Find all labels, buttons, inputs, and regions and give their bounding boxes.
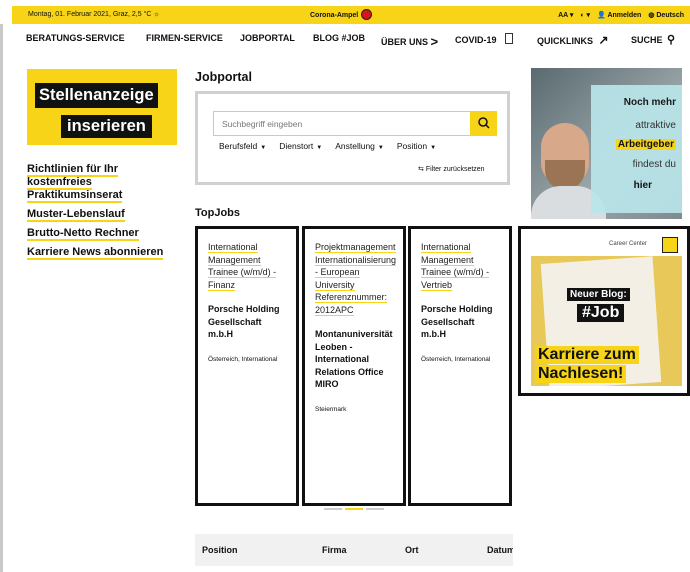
date-weather: Montag, 01. Februar 2021, Graz, 2,5 °C ☼ <box>28 11 160 18</box>
logo-mark-icon <box>662 237 678 253</box>
column-header-firma[interactable]: Firma <box>322 545 347 555</box>
nav-suche[interactable]: SUCHE ⚲ <box>631 33 675 46</box>
stellenanzeige-inserieren-banner[interactable]: Stellenanzeige inserieren <box>27 69 177 145</box>
filter-dienstort[interactable]: Dienstort ▼ <box>279 141 322 151</box>
traffic-light-icon <box>361 9 373 20</box>
font-size-button[interactable]: AA ▾ <box>558 11 573 19</box>
blog-ad-line-1: Neuer Blog: <box>567 288 630 301</box>
ad-text-panel: Noch mehr attraktive Arbeitgeber findest… <box>591 85 682 213</box>
carousel-dot[interactable] <box>324 508 342 510</box>
ad-line: Noch mehr <box>623 97 676 108</box>
ad-line: hier <box>633 180 652 191</box>
column-header-datum[interactable]: Datum <box>487 545 513 555</box>
search-button[interactable] <box>471 111 497 136</box>
corona-ampel-link[interactable]: Corona-Ampel <box>310 9 373 20</box>
jobportal-title: Jobportal <box>195 70 252 84</box>
caret-down-icon: ▼ <box>377 145 384 151</box>
job-card-company: Montanuniversität Leoben - International… <box>315 329 393 389</box>
filter-row: Berufsfeld ▼ Dienstort ▼ Anstellung ▼ Posit… <box>219 141 436 151</box>
topjobs-heading: TopJobs <box>195 207 241 219</box>
ad-line: findest du <box>632 159 676 170</box>
reset-arrows-icon: ⇆ <box>418 166 424 173</box>
caret-down-icon: ▼ <box>260 145 267 151</box>
search-icon <box>478 117 490 129</box>
career-center-logo: Career Center <box>531 234 682 256</box>
banner-line-1: Stellenanzeige <box>35 83 158 108</box>
more-dots-icon: ⋯ <box>686 259 690 270</box>
caret-down-icon: ▼ <box>430 145 437 151</box>
carousel-dot[interactable] <box>366 508 384 510</box>
job-card-location: Österreich, International <box>421 355 491 363</box>
sidebar-link-richtlinien[interactable]: Richtlinien für Ihr kostenfreies Praktik… <box>27 163 185 203</box>
job-card-title[interactable]: Projektmanagement Internationalisierung … <box>315 241 397 316</box>
sidebar-link-brutto-netto[interactable]: Brutto-Netto Rechner <box>27 227 185 241</box>
job-card-company: Porsche Holding Gesellschaft m.b.H <box>208 304 280 339</box>
ad-line: Arbeitgeber <box>615 139 676 150</box>
search-input[interactable]: Suchbegriff eingeben <box>213 111 471 136</box>
filter-berufsfeld[interactable]: Berufsfeld ▼ <box>219 141 266 151</box>
reset-filters-link[interactable]: ⇆ Filter zurücksetzen <box>418 165 485 173</box>
arbeitgeber-ad-banner[interactable]: Noch mehr attraktive Arbeitgeber findest… <box>531 68 682 219</box>
sidebar-link-karriere-news[interactable]: Karriere News abonnieren <box>27 246 185 260</box>
job-card-location: Steiermark <box>315 405 347 413</box>
chevron-right-icon: > <box>430 34 439 49</box>
nav-blog-job[interactable]: BLOG #JOB <box>313 33 365 43</box>
top-right-controls: AA ▾ ◐ ▾ 👤 Anmelden ◍ Deutsch <box>558 11 684 19</box>
nav-covid-19[interactable]: COVID-19 <box>455 33 514 45</box>
jobs-table-header: Position Firma Ort Datum <box>195 534 513 566</box>
carousel-dot-active[interactable] <box>345 508 363 510</box>
language-link[interactable]: ◍ Deutsch <box>648 11 684 19</box>
caret-down-icon: ▼ <box>316 145 323 151</box>
user-icon: 👤 <box>597 12 606 19</box>
blog-ad-line-3: Karriere zum <box>535 346 639 364</box>
nav-jobportal[interactable]: JOBPORTAL <box>240 33 295 43</box>
nav-firmen-service[interactable]: FIRMEN-SERVICE <box>146 33 223 43</box>
job-card-location: Österreich, International <box>208 355 278 363</box>
login-link[interactable]: 👤 Anmelden <box>597 11 641 19</box>
banner-line-2: inserieren <box>61 115 152 138</box>
main-navigation: BERATUNGS-SERVICE FIRMEN-SERVICE JOBPORT… <box>12 24 690 54</box>
nav-ueber-uns[interactable]: ÜBER UNS > <box>381 33 439 49</box>
filter-position[interactable]: Position ▼ <box>397 141 436 151</box>
blog-ad-line-2: #Job <box>577 304 625 322</box>
contrast-button[interactable]: ◐ ▾ <box>580 11 590 19</box>
globe-icon: ◍ <box>648 12 655 19</box>
job-card-title[interactable]: International Management Trainee (w/m/d)… <box>421 241 499 291</box>
blog-ad-image: Career Center Neuer Blog: #Job Karriere … <box>531 234 682 386</box>
left-border <box>0 24 3 572</box>
sidebar-link-lebenslauf[interactable]: Muster-Lebenslauf <box>27 208 185 222</box>
top-info-bar: Montag, 01. Februar 2021, Graz, 2,5 °C ☼… <box>12 6 690 24</box>
column-header-ort[interactable]: Ort <box>405 545 419 555</box>
blog-ad-banner[interactable]: Career Center Neuer Blog: #Job Karriere … <box>518 226 690 396</box>
nav-quicklinks[interactable]: QUICKLINKS ↗ <box>537 33 609 47</box>
job-card-title[interactable]: International Management Trainee (w/m/d)… <box>208 241 286 291</box>
sidebar-links: Richtlinien für Ihr kostenfreies Praktik… <box>27 163 185 265</box>
filter-anstellung[interactable]: Anstellung ▼ <box>335 141 384 151</box>
column-header-position[interactable]: Position <box>202 545 238 555</box>
job-card[interactable]: International Management Trainee (w/m/d)… <box>408 226 512 506</box>
nav-beratungs-service[interactable]: BERATUNGS-SERVICE <box>26 33 125 43</box>
job-card[interactable]: International Management Trainee (w/m/d)… <box>195 226 299 506</box>
ad-line: attraktive <box>635 120 676 131</box>
blog-ad-line-4: Nachlesen! <box>535 365 627 383</box>
arrow-up-right-icon: ↗ <box>598 33 609 47</box>
search-icon: ⚲ <box>667 34 676 46</box>
job-card[interactable]: Projektmanagement Internationalisierung … <box>302 226 406 506</box>
job-search-box: Suchbegriff eingeben Berufsfeld ▼ Diensto… <box>195 91 510 185</box>
job-card-company: Porsche Holding Gesellschaft m.b.H <box>421 304 493 339</box>
document-icon <box>505 33 514 44</box>
